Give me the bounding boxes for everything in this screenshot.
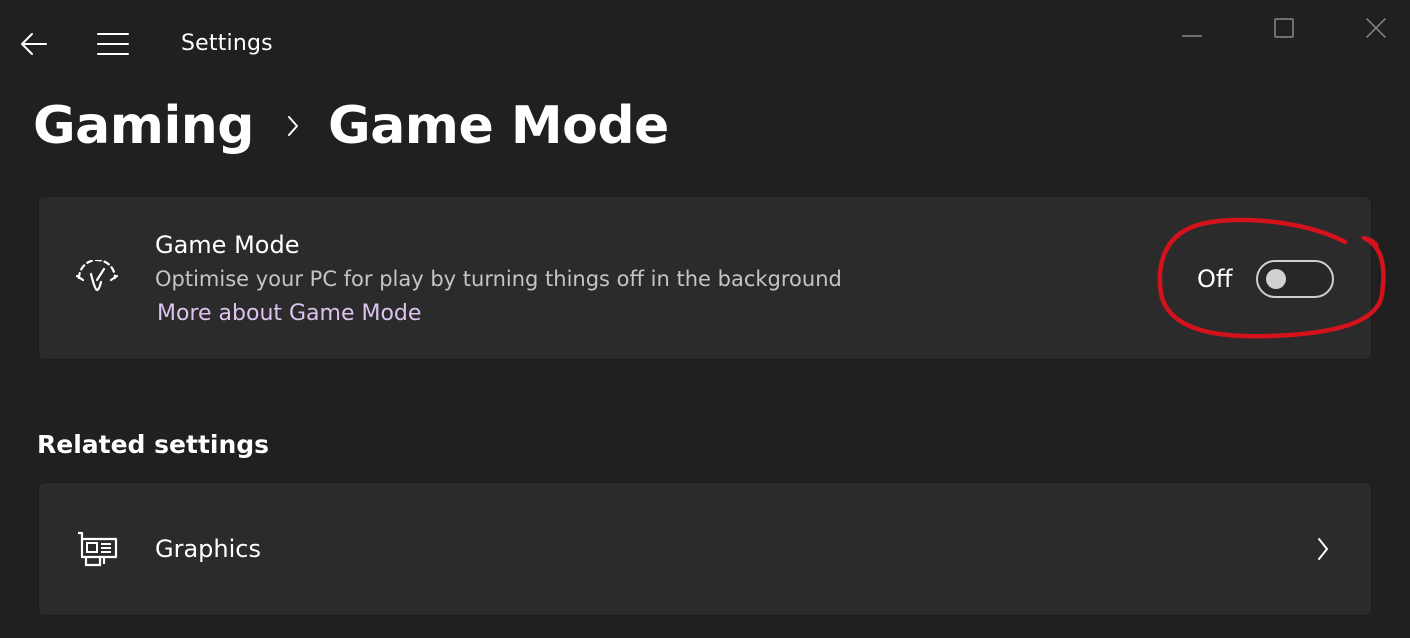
graphics-settings-card[interactable]: Graphics [38, 482, 1372, 616]
breadcrumb: Gaming Game Mode [33, 88, 669, 164]
speedometer-icon [75, 255, 119, 299]
chevron-right-icon [1311, 533, 1335, 565]
maximize-button[interactable] [1264, 10, 1304, 46]
game-mode-card: Game Mode Optimise your PC for play by t… [38, 196, 1372, 360]
game-mode-title: Game Mode [155, 231, 300, 259]
minimize-icon [1182, 35, 1202, 37]
chevron-right-icon [288, 116, 299, 136]
toggle-state-label: Off [1197, 265, 1233, 293]
graphics-label: Graphics [155, 535, 261, 563]
graphics-card-icon [75, 529, 119, 569]
related-settings-heading: Related settings [37, 430, 270, 459]
more-about-game-mode-link[interactable]: More about Game Mode [157, 301, 421, 326]
navigation-menu-button[interactable] [92, 24, 134, 64]
breadcrumb-separator [286, 114, 300, 138]
minimize-button[interactable] [1172, 10, 1212, 46]
close-icon [1366, 18, 1386, 38]
back-button[interactable] [14, 24, 54, 64]
close-button[interactable] [1356, 10, 1396, 46]
page-title: Game Mode [328, 96, 669, 156]
app-title: Settings [181, 31, 273, 56]
game-mode-toggle[interactable] [1256, 260, 1335, 298]
game-mode-toggle-group: Off [1197, 259, 1335, 299]
breadcrumb-gaming-link[interactable]: Gaming [33, 96, 255, 156]
settings-window: Settings Gaming Game Mode Game Mode Opti… [0, 0, 1410, 638]
toggle-knob [1266, 269, 1287, 289]
game-mode-description: Optimise your PC for play by turning thi… [155, 267, 842, 291]
back-arrow-icon [21, 33, 47, 55]
maximize-icon [1274, 18, 1294, 38]
hamburger-menu-icon [97, 33, 129, 55]
title-bar: Settings [0, 0, 1410, 90]
